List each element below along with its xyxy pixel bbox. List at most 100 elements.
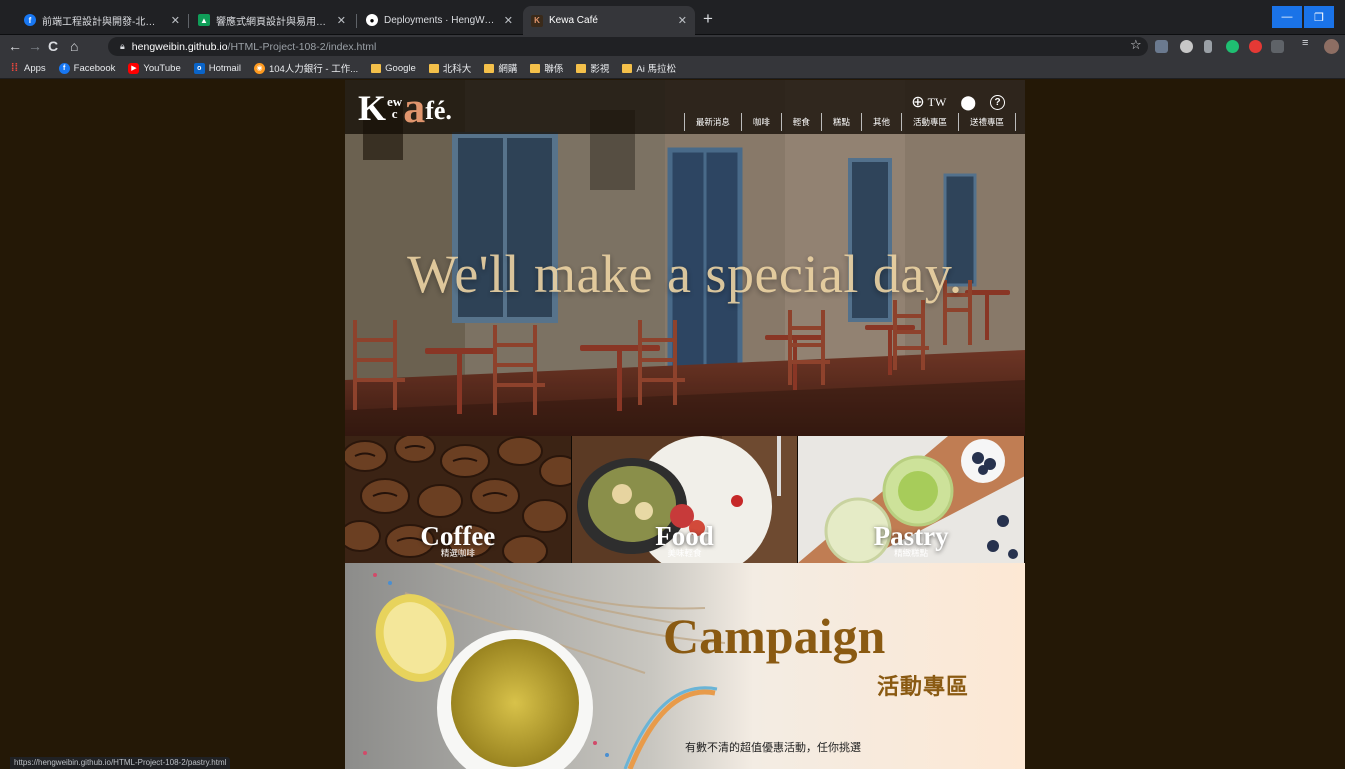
help-icon[interactable]: ? bbox=[990, 94, 1005, 110]
lock-icon: 🔒︎ bbox=[120, 41, 125, 51]
facebook-icon: f bbox=[58, 62, 70, 74]
tab-title: 前端工程設計與開發-北科資工 | bbox=[42, 16, 165, 28]
url-host: hengweibin.github.io bbox=[131, 40, 228, 53]
media-queue-icon[interactable]: ≡ bbox=[1302, 37, 1315, 50]
bookmark-label: 北科大 bbox=[442, 64, 472, 75]
campaign-banner[interactable]: Campaign 活動專區 有數不清的超值優惠活動，任你挑選 bbox=[345, 563, 1025, 769]
outlook-icon: o bbox=[193, 62, 205, 74]
bookmark-label: 104人力銀行 - 工作... bbox=[268, 64, 359, 75]
category-subtitle: 精選咖啡 bbox=[440, 548, 475, 558]
browser-toolbar: ← → C ⌂ 🔒︎ hengweibin.github.io /HTML-Pr… bbox=[0, 35, 1345, 58]
bookmark-folder-ntut[interactable]: 北科大 bbox=[428, 61, 472, 75]
language-selector[interactable]: TW bbox=[928, 95, 947, 110]
nav-item-other[interactable]: 其他 bbox=[860, 113, 901, 131]
extension-download-icon[interactable] bbox=[1204, 40, 1212, 53]
bookmark-folder-shopping[interactable]: 網購 bbox=[484, 61, 517, 75]
category-subtitle: 美味輕食 bbox=[667, 548, 702, 558]
campaign-subtitle: 活動專區 bbox=[877, 674, 970, 699]
bookmark-label: 聯係 bbox=[544, 64, 564, 75]
browser-tab-active[interactable]: K Kewa Café ✕ bbox=[523, 6, 695, 35]
globe-icon[interactable]: ⊕ bbox=[911, 92, 924, 112]
site-header: K ew c a fé. ⊕ TW ⬤ ? 最新消息 咖啡 輕食 糕點 其他 活… bbox=[345, 80, 1025, 134]
tab-separator bbox=[356, 14, 357, 28]
tab-separator bbox=[188, 14, 189, 28]
new-tab-button[interactable]: + bbox=[703, 10, 713, 27]
extension-gear-icon[interactable] bbox=[1180, 40, 1193, 53]
address-bar[interactable]: 🔒︎ hengweibin.github.io /HTML-Project-10… bbox=[108, 37, 1148, 56]
location-pin-icon[interactable]: ⬤ bbox=[960, 94, 976, 111]
bookmark-star-icon[interactable]: ☆ bbox=[1130, 37, 1142, 53]
bookmark-label: Google bbox=[385, 62, 416, 74]
logo-fe: fé. bbox=[425, 96, 452, 125]
bookmarks-bar: ⁞⁞ Apps f Facebook ▶ YouTube o Hotmail ◉… bbox=[0, 58, 1345, 79]
bookmark-folder-video[interactable]: 影視 bbox=[576, 61, 609, 75]
bookmark-label: YouTube bbox=[143, 62, 181, 74]
bookmark-folder-google[interactable]: Google bbox=[371, 63, 416, 74]
logo-letter-a: a bbox=[403, 83, 426, 132]
category-coffee[interactable]: Coffee 精選咖啡 bbox=[345, 436, 572, 563]
url-path: /HTML-Project-108-2/index.html bbox=[227, 40, 377, 53]
extension-off-icon[interactable] bbox=[1155, 40, 1168, 53]
minimize-button[interactable]: — bbox=[1272, 6, 1302, 28]
nav-item-campaign[interactable]: 活動專區 bbox=[900, 113, 958, 131]
extension-red-icon[interactable] bbox=[1249, 40, 1262, 53]
nav-item-news[interactable]: 最新消息 bbox=[683, 113, 741, 131]
category-food[interactable]: Food 美味輕食 bbox=[571, 436, 799, 563]
link-status-bar: https://hengweibin.github.io/HTML-Projec… bbox=[10, 757, 231, 769]
category-pastry[interactable]: Pastry 精緻糕點 bbox=[798, 436, 1025, 563]
back-icon[interactable]: ← bbox=[8, 37, 22, 55]
forward-icon[interactable]: → bbox=[28, 37, 42, 55]
kewa-cafe-page: We'll make a special day. K ew c a fé. ⊕… bbox=[345, 80, 1025, 769]
nav-item-light-meal[interactable]: 輕食 bbox=[780, 113, 821, 131]
bookmark-folder-contact[interactable]: 聯係 bbox=[530, 61, 563, 75]
bookmark-hotmail[interactable]: o Hotmail bbox=[193, 62, 241, 74]
bookmark-apps[interactable]: ⁞⁞ Apps bbox=[9, 62, 46, 74]
nav-item-gifts[interactable]: 送禮專區 bbox=[957, 113, 1016, 131]
campaign-description: 有數不清的超值優惠活動，任你挑選 bbox=[685, 742, 861, 754]
folder-icon bbox=[428, 63, 439, 73]
extension-gray-icon[interactable] bbox=[1271, 40, 1284, 53]
nav-item-pastry[interactable]: 糕點 bbox=[820, 113, 861, 131]
close-icon[interactable]: ✕ bbox=[678, 14, 687, 27]
category-title: Food bbox=[655, 521, 714, 551]
browser-tab-2[interactable]: ▲ 響應式網頁設計與易用性 - Goog ✕ bbox=[190, 8, 354, 32]
logo-stack: ew c bbox=[387, 95, 402, 120]
youtube-icon: ▶ bbox=[128, 62, 140, 74]
avatar[interactable] bbox=[1324, 39, 1339, 54]
close-icon[interactable]: ✕ bbox=[171, 14, 180, 27]
header-tools: ⊕ TW ⬤ ? bbox=[911, 92, 1005, 112]
github-icon: ● bbox=[366, 14, 378, 26]
folder-icon bbox=[622, 63, 633, 73]
tab-title: Deployments · HengWeiBin/HTM bbox=[384, 14, 498, 26]
close-icon[interactable]: ✕ bbox=[337, 14, 346, 27]
folder-icon bbox=[576, 63, 587, 73]
bookmark-label: 網購 bbox=[498, 64, 518, 75]
folder-icon bbox=[530, 63, 541, 73]
category-tiles: Coffee 精選咖啡 Food 美味輕食 Pastry 精緻糕點 bbox=[345, 436, 1025, 563]
bookmark-label: Apps bbox=[24, 62, 46, 74]
restore-button[interactable]: ❐ bbox=[1304, 6, 1334, 28]
kewa-cafe-logo[interactable]: K ew c a fé. bbox=[358, 83, 452, 132]
nav-item-coffee[interactable]: 咖啡 bbox=[740, 113, 781, 131]
bookmark-label: Facebook bbox=[73, 62, 116, 74]
hero-banner: We'll make a special day. K ew c a fé. ⊕… bbox=[345, 80, 1025, 436]
home-icon[interactable]: ⌂ bbox=[70, 37, 78, 55]
bookmark-folder-ai[interactable]: Ai 馬拉松 bbox=[622, 61, 676, 75]
extension-grammarly-icon[interactable] bbox=[1226, 40, 1239, 53]
browser-tab-3[interactable]: ● Deployments · HengWeiBin/HTM ✕ bbox=[358, 8, 521, 32]
main-nav: 最新消息 咖啡 輕食 糕點 其他 活動專區 送禮專區 bbox=[683, 113, 1016, 131]
reload-icon[interactable]: C bbox=[48, 37, 58, 55]
google-drive-icon: ▲ bbox=[198, 14, 210, 26]
facebook-icon: f bbox=[24, 14, 36, 26]
category-subtitle: 精緻糕點 bbox=[894, 548, 929, 558]
bookmark-104[interactable]: ◉ 104人力銀行 - 工作... bbox=[253, 61, 359, 75]
bookmark-label: Ai 馬拉松 bbox=[636, 64, 676, 75]
folder-icon bbox=[371, 63, 382, 73]
browser-tab-1[interactable]: f 前端工程設計與開發-北科資工 | ✕ bbox=[16, 8, 188, 32]
browser-tab-strip: f 前端工程設計與開發-北科資工 | ✕ ▲ 響應式網頁設計與易用性 - Goo… bbox=[0, 0, 1345, 35]
close-icon[interactable]: ✕ bbox=[504, 14, 513, 27]
bookmark-facebook[interactable]: f Facebook bbox=[58, 62, 116, 74]
campaign-title: Campaign bbox=[663, 608, 886, 664]
bookmark-youtube[interactable]: ▶ YouTube bbox=[128, 62, 181, 74]
104-icon: ◉ bbox=[253, 62, 265, 74]
